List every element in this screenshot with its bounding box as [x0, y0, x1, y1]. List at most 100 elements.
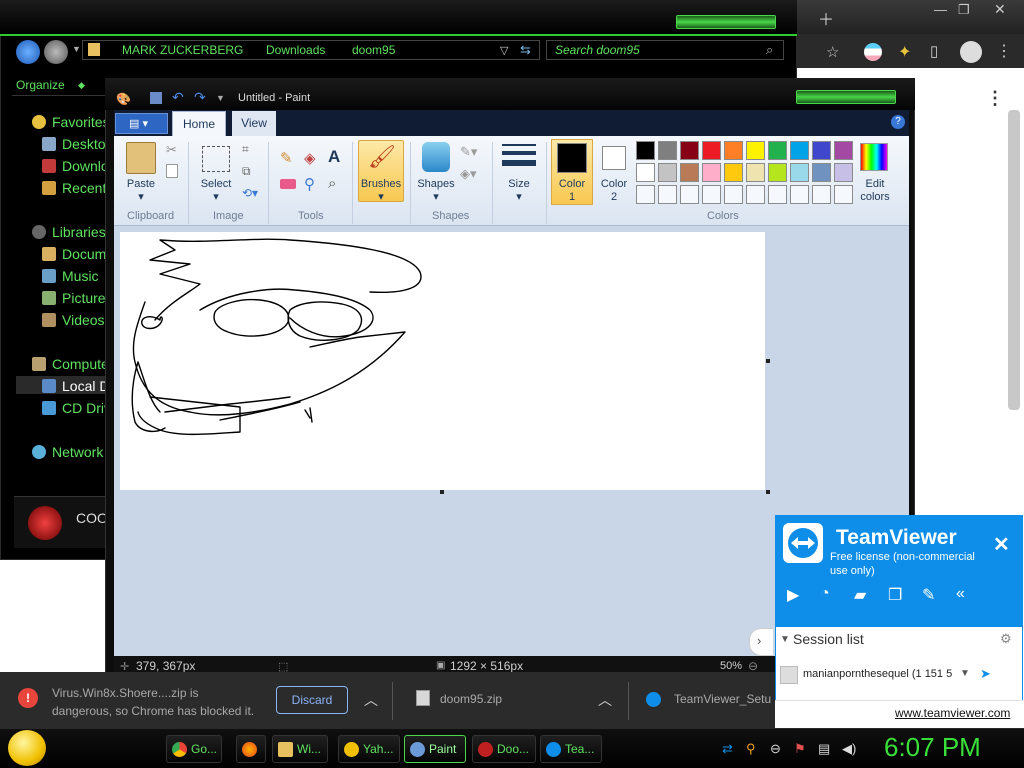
- palette-swatch[interactable]: [834, 185, 853, 204]
- taskbar-item-explorer[interactable]: Wi...: [272, 735, 328, 763]
- back-button[interactable]: [16, 40, 40, 64]
- session-entry[interactable]: manianpornthesequel (1 151 5: [803, 668, 952, 680]
- palette-swatch[interactable]: [790, 141, 809, 160]
- palette-swatch[interactable]: [812, 163, 831, 182]
- tray-teamviewer-icon[interactable]: ⇄: [722, 741, 733, 757]
- fill-icon[interactable]: ◈▾: [460, 166, 477, 182]
- download-item-doom95[interactable]: doom95.zip: [440, 692, 502, 706]
- magnifier-icon[interactable]: ⌕: [328, 175, 336, 192]
- nav-desktop[interactable]: Deskto: [42, 136, 106, 152]
- shapes-button[interactable]: Shapes: [414, 178, 458, 190]
- nav-libraries[interactable]: Libraries: [32, 224, 106, 240]
- palette-swatch[interactable]: [724, 141, 743, 160]
- shapes-icon[interactable]: [422, 142, 450, 172]
- edit-colors-icon[interactable]: [860, 143, 888, 171]
- palette-swatch[interactable]: [636, 185, 655, 204]
- nav-documents[interactable]: Docum: [42, 246, 106, 262]
- file-menu-button[interactable]: ▤ ▾: [115, 113, 168, 134]
- eraser-icon[interactable]: [280, 179, 296, 189]
- tray-volume-icon[interactable]: ◀): [842, 741, 856, 757]
- address-dropdown-icon[interactable]: ▽: [500, 44, 508, 57]
- taskbar-item-chrome[interactable]: Go...: [166, 735, 222, 763]
- palette-swatch[interactable]: [680, 185, 699, 204]
- palette-swatch[interactable]: [724, 185, 743, 204]
- tools-icon[interactable]: ✎: [922, 585, 935, 605]
- palette-swatch[interactable]: [790, 163, 809, 182]
- palette-swatch[interactable]: [768, 163, 787, 182]
- restore-icon[interactable]: ❐: [958, 2, 970, 18]
- palette-swatch[interactable]: [834, 141, 853, 160]
- palette-swatch[interactable]: [702, 163, 721, 182]
- tab-home[interactable]: Home: [172, 111, 226, 137]
- palette-swatch[interactable]: [746, 185, 765, 204]
- download-item-teamviewer[interactable]: TeamViewer_Setu: [674, 692, 771, 706]
- palette-swatch[interactable]: [702, 185, 721, 204]
- redo-icon[interactable]: ↷: [194, 89, 206, 106]
- select-button[interactable]: Select: [196, 178, 236, 190]
- video-call-icon[interactable]: ▶: [787, 585, 799, 605]
- nav-local-disk[interactable]: Local D: [42, 378, 109, 394]
- canvas-resize-handle-right[interactable]: [766, 359, 770, 363]
- color2-swatch[interactable]: [602, 146, 626, 170]
- taskbar-item-firefox[interactable]: [236, 735, 266, 763]
- organize-button[interactable]: Organize: [16, 78, 65, 92]
- save-icon[interactable]: [150, 92, 162, 104]
- tray-network-icon[interactable]: ▤: [818, 741, 830, 757]
- recent-pages-chevron-icon[interactable]: ▼: [72, 44, 81, 54]
- nav-computer[interactable]: Compute: [32, 356, 109, 372]
- nav-downloads[interactable]: Downlo: [42, 158, 109, 174]
- teamviewer-website-link[interactable]: www.teamviewer.com: [895, 706, 1010, 720]
- palette-swatch[interactable]: [790, 185, 809, 204]
- copy-icon[interactable]: [166, 164, 178, 178]
- drawing-canvas[interactable]: [120, 232, 765, 490]
- palette-swatch[interactable]: [636, 141, 655, 160]
- size-button[interactable]: Size: [498, 178, 540, 190]
- select-icon[interactable]: [202, 146, 230, 172]
- quick-access-dropdown-icon[interactable]: ▼: [216, 93, 225, 103]
- undo-icon[interactable]: ↶: [172, 89, 184, 106]
- palette-swatch[interactable]: [680, 163, 699, 182]
- palette-swatch[interactable]: [658, 141, 677, 160]
- paint-app-icon[interactable]: 🎨: [116, 92, 131, 106]
- palette-swatch[interactable]: [768, 185, 787, 204]
- fill-bucket-icon[interactable]: ◈: [304, 149, 316, 167]
- chrome-scrollbar[interactable]: [1008, 110, 1020, 410]
- nav-music[interactable]: Music: [42, 268, 99, 284]
- session-settings-icon[interactable]: ⚙: [1000, 631, 1012, 647]
- taskbar-clock[interactable]: 6:07 PM: [884, 732, 981, 763]
- color2-label[interactable]: Color: [594, 178, 634, 190]
- breadcrumb-item-user[interactable]: MARK ZUCKERBERG: [122, 43, 243, 57]
- text-tool-icon[interactable]: A: [328, 147, 340, 167]
- panel-expand-tab[interactable]: ›: [749, 628, 773, 656]
- palette-swatch[interactable]: [724, 163, 743, 182]
- nav-pictures[interactable]: Picture: [42, 290, 106, 306]
- chat-icon[interactable]: ▰: [854, 585, 866, 605]
- resize-icon[interactable]: ⧉: [242, 164, 251, 179]
- start-button[interactable]: [8, 730, 46, 766]
- tray-flag-icon[interactable]: ⚑: [794, 741, 806, 757]
- canvas-resize-handle-bottom[interactable]: [440, 490, 444, 494]
- collapse-icon[interactable]: «: [956, 585, 965, 603]
- palette-swatch[interactable]: [636, 163, 655, 182]
- zoom-level[interactable]: 50%: [720, 660, 742, 672]
- edit-colors-button[interactable]: Edit: [852, 178, 898, 190]
- download-options-chevron-icon[interactable]: ︿: [364, 690, 378, 710]
- canvas-resize-handle-corner[interactable]: [766, 490, 770, 494]
- page-menu-icon[interactable]: ⋮: [986, 88, 1004, 109]
- paste-dropdown-icon[interactable]: ▾: [134, 190, 148, 203]
- side-panel-icon[interactable]: ▯: [930, 42, 938, 60]
- breadcrumb-item-downloads[interactable]: Downloads: [266, 43, 325, 57]
- pencil-icon[interactable]: ✎: [280, 149, 293, 167]
- cut-icon[interactable]: ✂: [166, 142, 177, 158]
- connect-arrow-icon[interactable]: ➤: [980, 666, 991, 682]
- taskbar-item-yahoo[interactable]: Yah...: [338, 735, 400, 763]
- minimize-icon[interactable]: —: [934, 2, 947, 17]
- tab-view[interactable]: View: [232, 111, 276, 137]
- taskbar-item-doom[interactable]: Doo...: [472, 735, 536, 763]
- palette-swatch[interactable]: [680, 141, 699, 160]
- refresh-icon[interactable]: ⇆: [520, 42, 531, 58]
- nav-recent[interactable]: Recent: [42, 180, 106, 196]
- rotate-icon[interactable]: ⟲▾: [242, 186, 258, 200]
- headset-icon[interactable]: ◔: [820, 585, 830, 603]
- color-picker-icon[interactable]: ⚲: [304, 175, 315, 193]
